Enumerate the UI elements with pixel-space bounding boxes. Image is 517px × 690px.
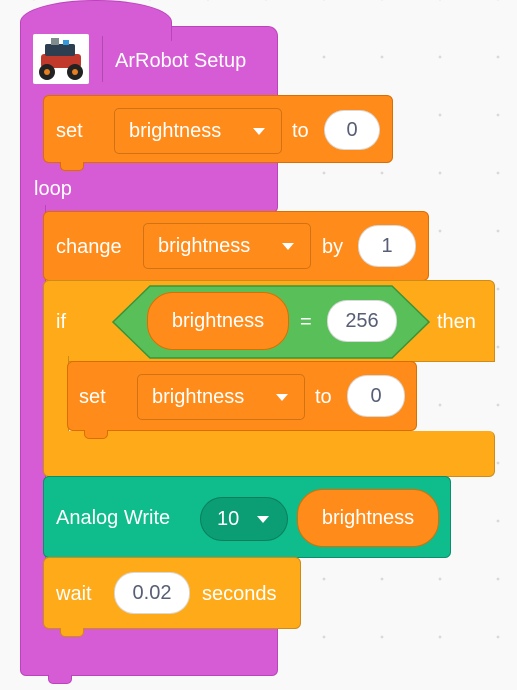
- variable-dropdown-value: brightness: [158, 234, 251, 257]
- variable-dropdown[interactable]: brightness: [137, 374, 305, 420]
- change-label: change: [56, 236, 122, 258]
- variable-dropdown-value: brightness: [152, 385, 245, 408]
- loop-arm-fill: [21, 200, 45, 640]
- chevron-down-icon: [282, 243, 294, 250]
- to-label: to: [292, 120, 309, 142]
- if-arm-fill: [44, 350, 68, 440]
- forever-loop-bottom: [20, 626, 278, 676]
- loop-bottom-notch: [48, 675, 72, 684]
- wait-label: wait: [56, 583, 92, 605]
- value-input[interactable]: 0: [347, 375, 405, 417]
- seconds-label: seconds: [202, 583, 277, 605]
- pin-dropdown[interactable]: 10: [200, 497, 288, 541]
- chevron-down-icon: [257, 516, 269, 523]
- robot-car-icon: [33, 34, 89, 84]
- variable-dropdown[interactable]: brightness: [143, 223, 311, 269]
- analog-write-label: Analog Write: [56, 507, 171, 529]
- chevron-down-icon: [253, 128, 265, 135]
- compare-value-input[interactable]: 256: [327, 300, 397, 342]
- set-label: set: [56, 120, 83, 142]
- hat-icon-divider: [102, 36, 103, 82]
- hat-title: ArRobot Setup: [115, 50, 247, 72]
- pin-dropdown-value: 10: [217, 508, 240, 530]
- chevron-down-icon: [276, 394, 288, 401]
- block-notch: [84, 430, 108, 439]
- variable-dropdown-value: brightness: [129, 119, 222, 142]
- if-label: if: [56, 311, 66, 333]
- to-label: to: [315, 386, 332, 408]
- loop-label: loop: [34, 178, 72, 200]
- block-notch: [60, 162, 84, 171]
- value-input[interactable]: 0: [324, 110, 380, 150]
- block-notch: [60, 628, 84, 637]
- brightness-reporter[interactable]: brightness: [297, 489, 439, 547]
- if-block-bottom: [43, 431, 495, 477]
- brightness-reporter[interactable]: brightness: [147, 292, 289, 350]
- equals-sign: =: [300, 311, 312, 333]
- variable-dropdown[interactable]: brightness: [114, 108, 282, 154]
- then-label: then: [437, 311, 476, 333]
- by-label: by: [322, 236, 344, 258]
- wait-seconds-input[interactable]: 0.02: [114, 572, 190, 614]
- set-label: set: [79, 386, 106, 408]
- value-input[interactable]: 1: [358, 225, 416, 267]
